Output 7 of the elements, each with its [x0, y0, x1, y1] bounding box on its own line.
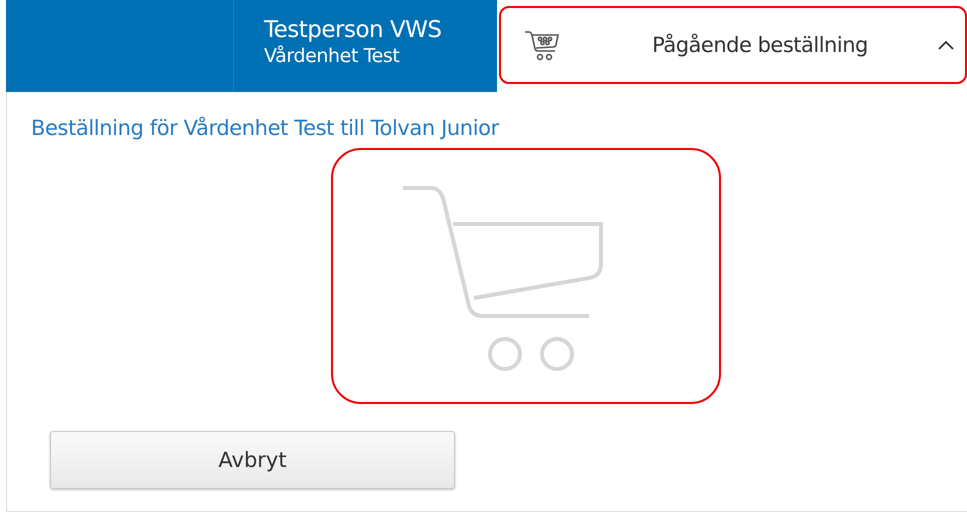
- cancel-button[interactable]: Avbryt: [50, 431, 455, 489]
- user-name: Testperson VWS: [264, 16, 442, 44]
- chevron-up-icon: [937, 39, 955, 51]
- cart-icon: [523, 28, 561, 62]
- care-unit-name: Vårdenhet Test: [264, 44, 400, 68]
- order-heading: Beställning för Vårdenhet Test till Tolvan Junior: [31, 116, 500, 140]
- current-order-toggle[interactable]: Pågående beställning: [499, 6, 967, 84]
